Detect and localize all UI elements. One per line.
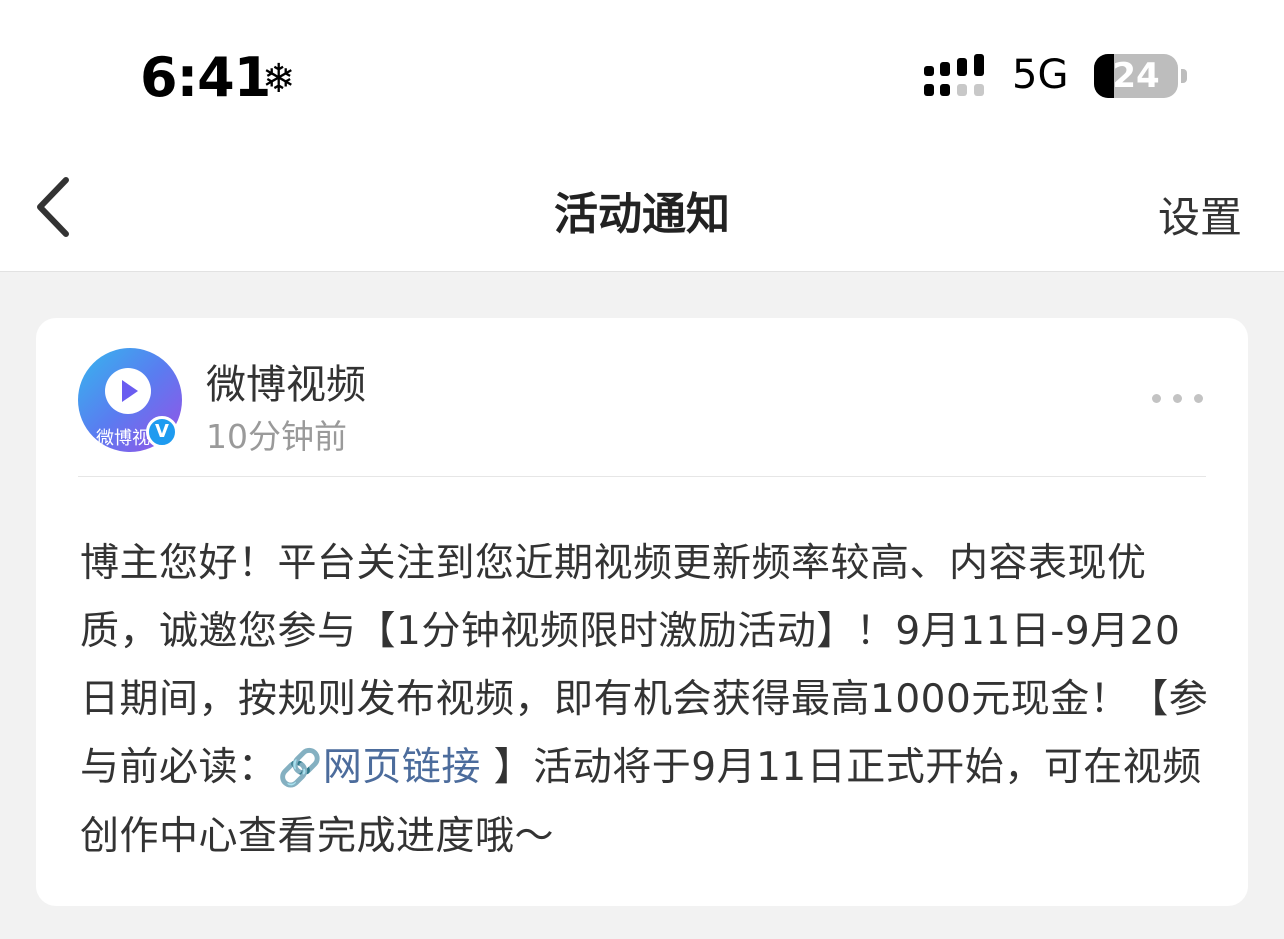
settings-button[interactable]: 设置 [1158,184,1242,245]
post-timestamp: 10分钟前 [206,417,347,456]
network-type: 5G [1012,52,1069,98]
battery-percent: 24 [1112,56,1160,96]
signal-strength-icon [924,54,984,96]
navigation-bar: 活动通知 设置 [0,150,1284,272]
status-bar: 6:41 ❄ 5G 24 [0,0,1284,150]
battery-cap [1181,69,1187,83]
play-icon [105,368,151,414]
page-title: 活动通知 [554,189,730,240]
verified-badge-icon: V [146,416,178,448]
avatar-label: 微博视 [96,428,150,449]
status-time: 6:41 [140,46,271,109]
web-link[interactable]: 🔗网页链接 [278,745,481,790]
notification-body: 博主您好！平台关注到您近期视频更新频率较高、内容表现优质，诚邀您参与【1分钟视频… [80,530,1210,871]
battery-icon: 24 [1094,54,1178,98]
divider [78,476,1206,477]
weather-icon: ❄ [262,56,296,102]
more-options-icon[interactable] [1152,388,1208,410]
notification-card: 微博视 V 微博视频 10分钟前 博主您好！平台关注到您近期视频更新频率较高、内… [36,318,1248,906]
link-icon: 🔗 [277,748,323,789]
author-name[interactable]: 微博视频 [206,352,366,410]
web-link-label: 网页链接 [322,745,481,790]
